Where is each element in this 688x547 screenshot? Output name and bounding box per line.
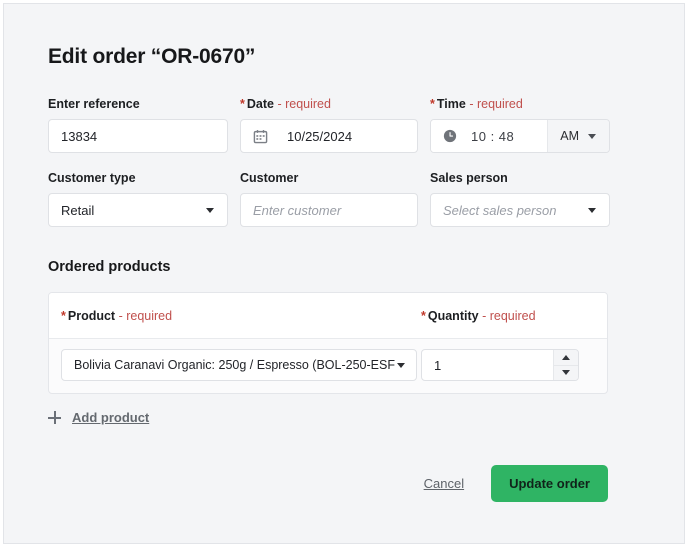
product-select[interactable]: Bolivia Caranavi Organic: 250g / Espress… bbox=[61, 349, 417, 381]
quantity-required-text: - required bbox=[482, 309, 536, 323]
sales-person-label: Sales person bbox=[430, 171, 610, 185]
cancel-button[interactable]: Cancel bbox=[424, 476, 464, 491]
quantity-required-star: * bbox=[421, 309, 426, 323]
customer-type-label: Customer type bbox=[48, 171, 228, 185]
chevron-down-icon bbox=[562, 370, 570, 376]
chevron-down-icon bbox=[397, 362, 405, 368]
product-column-label-text: Product bbox=[67, 309, 116, 323]
field-date: * Date - required 10/25/2024 bbox=[240, 97, 418, 153]
customer-type-select[interactable]: Retail bbox=[48, 193, 228, 227]
quantity-stepper[interactable]: 1 bbox=[421, 349, 579, 381]
field-reference: Enter reference 13834 bbox=[48, 97, 228, 153]
customer-placeholder: Enter customer bbox=[253, 202, 342, 218]
field-customer: Customer Enter customer bbox=[240, 171, 418, 227]
time-label: * Time - required bbox=[430, 97, 610, 111]
product-cell: Bolivia Caranavi Organic: 250g / Espress… bbox=[49, 349, 421, 381]
customer-label: Customer bbox=[240, 171, 418, 185]
clock-icon bbox=[431, 129, 465, 143]
add-product-button[interactable]: Add product bbox=[48, 410, 149, 425]
field-time: * Time - required 10 : 48 AM bbox=[430, 97, 610, 153]
add-product-label: Add product bbox=[72, 410, 150, 425]
dialog-content: Edit order “OR-0670” Enter reference 138… bbox=[48, 4, 610, 502]
time-value: 10 : 48 bbox=[471, 128, 515, 144]
customer-label-text: Customer bbox=[240, 171, 299, 185]
chevron-down-icon bbox=[588, 133, 596, 139]
form-row-2: Customer type Retail Customer Enter cust… bbox=[48, 171, 610, 227]
dialog-panel: Edit order “OR-0670” Enter reference 138… bbox=[3, 3, 685, 544]
date-input[interactable]: 10/25/2024 bbox=[240, 119, 418, 153]
customer-type-value: Retail bbox=[61, 202, 95, 218]
quantity-column-label-text: Quantity bbox=[427, 309, 479, 323]
plus-icon bbox=[48, 411, 61, 424]
ordered-products-table: * Product - required * Quantity - required… bbox=[48, 292, 608, 394]
reference-input[interactable]: 13834 bbox=[48, 119, 228, 153]
time-input[interactable]: 10 : 48 AM bbox=[430, 119, 610, 153]
field-sales-person: Sales person Select sales person bbox=[430, 171, 610, 227]
time-value-area[interactable]: 10 : 48 bbox=[431, 120, 548, 152]
meridiem-select[interactable]: AM bbox=[547, 120, 609, 152]
reference-label: Enter reference bbox=[48, 97, 228, 111]
date-required-star: * bbox=[240, 97, 245, 111]
quantity-decrement-button[interactable] bbox=[554, 365, 578, 380]
stepper-controls bbox=[553, 350, 578, 380]
form-row-1: Enter reference 13834 *Date - required bbox=[48, 97, 610, 153]
chevron-up-icon bbox=[562, 354, 570, 360]
customer-type-label-text: Customer type bbox=[48, 171, 136, 185]
date-value: 10/25/2024 bbox=[287, 128, 353, 144]
time-required-star: * bbox=[430, 97, 435, 111]
chevron-down-icon bbox=[588, 207, 596, 213]
chevron-down-icon bbox=[206, 207, 214, 213]
sales-person-placeholder: Select sales person bbox=[443, 202, 557, 218]
product-required-text: - required bbox=[118, 309, 173, 323]
column-header-product: * Product - required bbox=[49, 307, 421, 325]
field-customer-type: Customer type Retail bbox=[48, 171, 228, 227]
calendar-icon bbox=[241, 129, 275, 144]
time-label-text: Time bbox=[436, 97, 466, 111]
meridiem-value: AM bbox=[560, 129, 579, 143]
column-header-quantity: * Quantity - required bbox=[421, 307, 607, 325]
time-required-text: - required bbox=[469, 97, 523, 111]
dialog-footer: Cancel Update order bbox=[48, 465, 608, 502]
customer-input[interactable]: Enter customer bbox=[240, 193, 418, 227]
date-label: * Date - required bbox=[240, 97, 418, 111]
ordered-products-title: Ordered products bbox=[48, 259, 171, 275]
table-row: Bolivia Caranavi Organic: 250g / Espress… bbox=[49, 339, 607, 393]
sales-person-label-text: Sales person bbox=[430, 171, 508, 185]
reference-label-text: Enter reference bbox=[48, 97, 140, 111]
update-order-button[interactable]: Update order bbox=[491, 465, 608, 502]
quantity-increment-button[interactable] bbox=[554, 350, 578, 365]
quantity-column-label: * Quantity - required bbox=[421, 309, 536, 323]
date-label-text: Date bbox=[246, 97, 274, 111]
product-value: Bolivia Caranavi Organic: 250g / Espress… bbox=[74, 358, 395, 372]
quantity-cell: 1 bbox=[421, 349, 607, 381]
reference-value: 13834 bbox=[61, 128, 98, 144]
date-required-text: - required bbox=[277, 97, 331, 111]
page-title: Edit order “OR-0670” bbox=[48, 45, 256, 68]
product-required-star: * bbox=[61, 309, 66, 323]
sales-person-select[interactable]: Select sales person bbox=[430, 193, 610, 227]
product-column-label: * Product - required bbox=[61, 309, 172, 323]
table-header-row: * Product - required * Quantity - required bbox=[49, 293, 607, 339]
quantity-value: 1 bbox=[434, 357, 442, 373]
